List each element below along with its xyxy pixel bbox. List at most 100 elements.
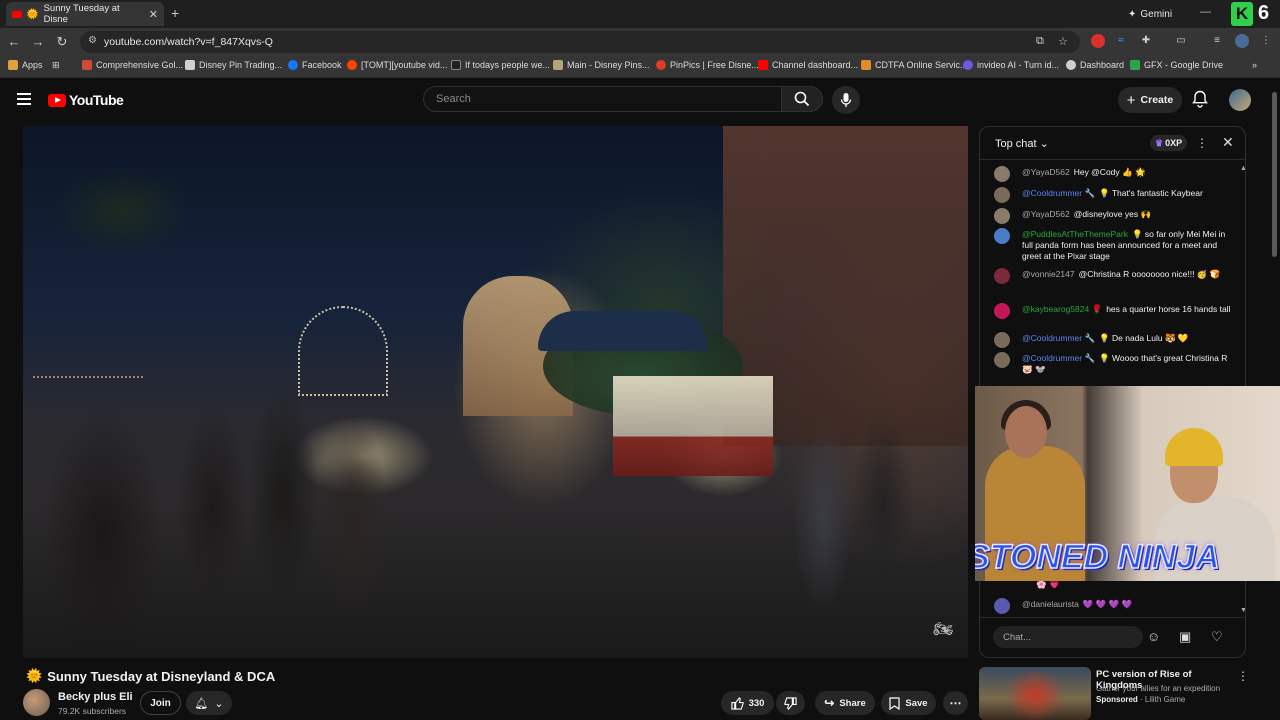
avatar [994, 208, 1010, 224]
chat-mode-dropdown[interactable]: Top chat ⌄ [995, 137, 1049, 150]
youtube-wordmark: YouTube [69, 92, 124, 108]
chat-input[interactable]: Chat... [993, 626, 1143, 648]
chevron-down-icon: ⌄ [1039, 138, 1049, 150]
super-chat-icon[interactable]: ▣ [1179, 629, 1191, 645]
minimize-icon[interactable]: — [1200, 6, 1211, 18]
chat-author[interactable]: @danielaurista [1022, 599, 1079, 609]
youtube-play-logo-icon [48, 93, 66, 107]
url-text: youtube.com/watch?v=f_847Xqvs-Q [104, 36, 273, 48]
search-input[interactable]: Search [423, 86, 782, 112]
page-scrollbar[interactable] [1272, 92, 1277, 257]
back-icon[interactable]: ← [6, 34, 22, 49]
search-icon [794, 91, 810, 107]
bookmark-item[interactable]: Comprehensive Gol... [82, 60, 183, 70]
ad-sponsored-line: Sponsored · Lilith Game [1096, 695, 1186, 704]
browser-tab-strip: 🌞 Sunny Tuesday at Disne ✕ + ✦ Gemini — … [0, 0, 1280, 28]
heart-icon[interactable]: ♡ [1211, 629, 1223, 645]
bookmark-item[interactable]: [TOMT][youtube vid... [347, 60, 447, 70]
bookmark-item[interactable]: invideo AI - Turn id... [963, 60, 1059, 70]
xp-badge[interactable]: ♛ 0XP [1150, 135, 1188, 151]
voice-search-button[interactable] [832, 86, 860, 114]
bookmark-favicon-icon [553, 60, 563, 70]
bookmark-item[interactable]: If todays people we... [451, 60, 550, 70]
chat-author[interactable]: @kaybearog5824 🌹 [1022, 304, 1102, 314]
extensions-puzzle-icon[interactable]: ✚ [1139, 34, 1153, 48]
chat-author[interactable]: @YayaD562 [1022, 167, 1070, 177]
chat-text: @disneylove yes 🙌 [1073, 209, 1152, 219]
bookmark-item[interactable]: Facebook [288, 60, 342, 70]
save-button[interactable]: Save [881, 691, 936, 715]
bookmark-item[interactable]: CDTFA Online Servic... [861, 60, 968, 70]
bookmark-star-icon[interactable]: ☆ [1058, 35, 1068, 48]
sponsored-label: Sponsored [1096, 695, 1138, 704]
youtube-logo[interactable]: YouTube [48, 92, 124, 108]
chat-author[interactable]: @vonnie2147 [1022, 269, 1075, 279]
bookmark-item[interactable]: GFX - Google Drive [1130, 60, 1223, 70]
join-button[interactable]: Join [140, 691, 181, 715]
chat-author[interactable]: @Cooldrummer 🔧 [1022, 333, 1095, 343]
reddit-icon [347, 60, 357, 70]
subscription-bell-button[interactable]: 🔔︎ ⌄ [186, 691, 232, 715]
emoji-icon[interactable]: ☺ [1147, 629, 1160, 644]
avatar [994, 332, 1010, 348]
extension-blue-icon[interactable]: ≈ [1114, 34, 1128, 48]
bookmark-item[interactable]: PinPics | Free Disne... [656, 60, 759, 70]
site-info-icon[interactable]: ⚙ [88, 35, 97, 46]
bookmarks-overflow-icon[interactable]: » [1252, 60, 1257, 70]
install-app-icon[interactable]: ⧉ [1036, 35, 1044, 48]
reload-icon[interactable]: ↻ [54, 34, 70, 50]
close-tab-icon[interactable]: ✕ [149, 8, 158, 21]
dislike-button[interactable] [776, 691, 805, 715]
search-button[interactable] [781, 86, 823, 112]
youtube-header: YouTube Search + Create [0, 78, 1280, 122]
hamburger-menu-icon[interactable] [17, 93, 31, 105]
chat-author[interactable]: @YayaD562 [1022, 209, 1070, 219]
notifications-button[interactable] [1192, 90, 1208, 113]
cast-icon[interactable]: ▭ [1174, 34, 1188, 48]
browser-tab[interactable]: 🌞 Sunny Tuesday at Disne ✕ [6, 2, 164, 26]
channel-name[interactable]: Becky plus Eli [58, 691, 133, 703]
forward-icon[interactable]: → [30, 34, 46, 49]
xp-value: 0XP [1165, 138, 1183, 148]
bookmark-favicon-icon [82, 60, 92, 70]
palm-tree-shape [53, 166, 193, 256]
chat-more-icon[interactable]: ⋮ [1196, 136, 1208, 150]
share-button[interactable]: ↪ Share [815, 691, 875, 715]
youtube-studio-icon [758, 60, 768, 70]
tiktok-icon [451, 60, 461, 70]
video-player[interactable]: 🏍 [23, 126, 968, 658]
create-button[interactable]: + Create [1118, 87, 1182, 113]
avatar [994, 228, 1010, 244]
more-actions-icon[interactable]: ⋯ [943, 691, 968, 715]
account-avatar[interactable] [1229, 89, 1251, 111]
close-chat-icon[interactable]: ✕ [1222, 134, 1234, 151]
new-tab-button[interactable]: + [171, 5, 179, 21]
youtube-favicon-icon [12, 10, 22, 18]
bell-icon: 🔔︎ [194, 697, 209, 710]
bookmark-item[interactable]: Disney Pin Trading... [185, 60, 282, 70]
profile-avatar-icon[interactable] [1235, 34, 1249, 48]
avatar [994, 187, 1010, 203]
chat-author[interactable]: @PuddlesAtTheThemePark [1022, 229, 1128, 239]
facebook-icon [288, 60, 298, 70]
bookmark-item[interactable]: Channel dashboard... [758, 60, 858, 70]
ad-more-icon[interactable]: ⋮ [1237, 669, 1249, 683]
bookmark-item[interactable]: Main - Disney Pins... [553, 60, 650, 70]
scroll-up-icon[interactable]: ▲ [1240, 165, 1245, 172]
gemini-button[interactable]: ✦ Gemini [1120, 4, 1180, 24]
reading-list-icon[interactable]: ≡ [1210, 34, 1224, 48]
google-drive-icon [1130, 60, 1140, 70]
extension-red-icon[interactable] [1091, 34, 1105, 48]
browser-menu-icon[interactable]: ⋮ [1259, 34, 1273, 48]
scroll-down-icon[interactable]: ▼ [1240, 607, 1245, 614]
channel-avatar[interactable] [23, 689, 50, 716]
share-icon: ↪ [824, 696, 835, 710]
bookmark-item[interactable]: Dashboard [1066, 60, 1124, 70]
chat-author[interactable]: @Cooldrummer 🔧 [1022, 188, 1095, 198]
ad-thumbnail[interactable] [979, 667, 1091, 720]
like-button[interactable]: 330 [721, 691, 774, 715]
chat-author[interactable]: @Cooldrummer 🔧 [1022, 353, 1095, 363]
bookmark-apps[interactable]: Apps [8, 60, 43, 70]
bookmark-grid[interactable]: ⊞ [52, 60, 60, 71]
address-bar[interactable]: ⚙ youtube.com/watch?v=f_847Xqvs-Q ⧉ ☆ [80, 31, 1080, 53]
